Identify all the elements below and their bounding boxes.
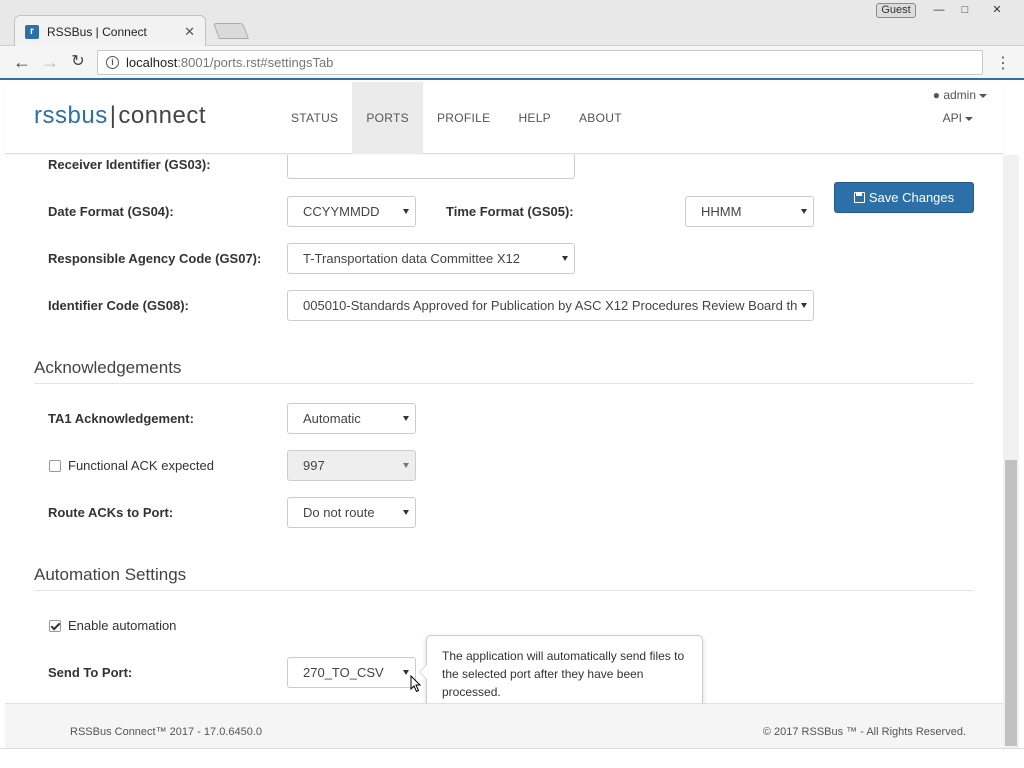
reload-icon[interactable]: ↻: [68, 52, 88, 72]
route-acks-value: Do not route: [303, 505, 375, 520]
nav-profile[interactable]: PROFILE: [423, 82, 504, 154]
ack-section-title: Acknowledgements: [34, 358, 182, 377]
guest-profile-button[interactable]: Guest: [876, 3, 916, 18]
chevron-down-icon: [965, 116, 973, 121]
send-to-port-value: 270_TO_CSV: [303, 665, 384, 680]
time-format-label: Time Format (GS05):: [446, 204, 574, 219]
nav-ports[interactable]: PORTS: [352, 82, 423, 154]
new-tab-button[interactable]: [213, 23, 249, 39]
enable-automation-checkbox[interactable]: [49, 620, 61, 632]
functional-ack-select: 997: [287, 450, 416, 481]
window-bottom-edge: [0, 748, 1024, 768]
tab-close-icon[interactable]: ✕: [184, 24, 195, 40]
user-icon: ●: [932, 88, 940, 102]
nav-status[interactable]: STATUS: [277, 82, 352, 154]
receiver-id-input[interactable]: [287, 155, 575, 179]
user-name: admin: [943, 88, 976, 102]
info-icon[interactable]: i: [106, 56, 119, 69]
dropdown-arrow-icon: [801, 209, 807, 214]
logo-separator: |: [109, 102, 117, 129]
save-icon: [853, 192, 865, 203]
browser-tabstrip: r RSSBus | Connect ✕ Guest — □ ✕: [0, 0, 1024, 47]
send-to-port-label: Send To Port:: [48, 665, 133, 680]
automation-section-title: Automation Settings: [34, 565, 187, 584]
dropdown-arrow-icon: [403, 209, 409, 214]
url-path: :8001/ports.rst#settingsTab: [177, 55, 334, 70]
settings-content: Receiver Identifier (GS03): Date Format …: [5, 155, 1003, 703]
send-to-port-select[interactable]: 270_TO_CSV: [287, 657, 416, 688]
back-arrow-icon[interactable]: ←: [12, 52, 32, 72]
browser-tab[interactable]: r RSSBus | Connect ✕: [14, 15, 206, 47]
dropdown-arrow-icon: [801, 303, 807, 308]
time-format-value: HHMM: [701, 204, 742, 219]
tab-title: RSSBus | Connect: [47, 24, 147, 39]
time-format-select[interactable]: HHMM: [685, 196, 814, 227]
page-scrollbar[interactable]: [1003, 155, 1019, 748]
nav-about[interactable]: ABOUT: [565, 82, 636, 154]
automation-divider: [34, 590, 974, 591]
receiver-id-label: Receiver Identifier (GS03):: [48, 157, 211, 172]
functional-ack-label: Functional ACK expected: [68, 458, 214, 473]
api-menu[interactable]: API: [943, 111, 973, 125]
agency-label: Responsible Agency Code (GS07):: [48, 251, 262, 266]
scrollbar-thumb[interactable]: [1005, 460, 1017, 746]
rssbus-favicon-icon: r: [25, 24, 39, 39]
save-label: Save Changes: [868, 190, 955, 205]
browser-menu-icon[interactable]: ⋮: [995, 53, 1011, 73]
functional-ack-checkbox[interactable]: [49, 460, 61, 472]
route-acks-select[interactable]: Do not route: [287, 497, 416, 528]
mouse-cursor-icon: [410, 675, 422, 693]
footer-version: RSSBus Connect™ 2017 - 17.0.6450.0: [70, 726, 263, 738]
api-label: API: [942, 111, 962, 125]
functional-ack-value: 997: [303, 458, 325, 473]
logo-connect: connect: [118, 102, 206, 129]
enable-automation-label: Enable automation: [68, 618, 177, 633]
logo-rssbus: rssbus: [34, 102, 108, 129]
dropdown-arrow-icon: [403, 416, 409, 421]
page-footer: RSSBus Connect™ 2017 - 17.0.6450.0 © 201…: [5, 703, 1003, 748]
dropdown-arrow-icon: [403, 670, 409, 675]
ta1-select[interactable]: Automatic: [287, 403, 416, 434]
identifier-label: Identifier Code (GS08):: [48, 298, 189, 313]
send-to-port-tooltip: The application will automatically send …: [419, 635, 703, 703]
ta1-label: TA1 Acknowledgement:: [48, 411, 194, 426]
route-acks-label: Route ACKs to Port:: [48, 505, 174, 520]
date-format-select[interactable]: CCYYMMDD: [287, 196, 416, 227]
dropdown-arrow-icon: [562, 256, 568, 261]
minimize-icon[interactable]: —: [927, 2, 951, 18]
agency-value: T-Transportation data Committee X12: [303, 251, 521, 266]
address-bar[interactable]: i localhost:8001/ports.rst#settingsTab: [97, 50, 983, 75]
window-close-icon[interactable]: ✕: [985, 2, 1009, 18]
user-menu[interactable]: ● admin: [933, 88, 987, 102]
nav-help[interactable]: HELP: [504, 82, 565, 154]
agency-select[interactable]: T-Transportation data Committee X12: [287, 243, 575, 274]
dropdown-arrow-icon: [403, 510, 409, 515]
ta1-value: Automatic: [303, 411, 361, 426]
date-format-label: Date Format (GS04):: [48, 204, 174, 219]
date-format-value: CCYYMMDD: [303, 204, 380, 219]
rssbus-connect-logo[interactable]: rssbus|connect: [34, 102, 206, 130]
main-nav: STATUS PORTS PROFILE HELP ABOUT: [277, 82, 636, 154]
save-changes-button[interactable]: Save Changes: [834, 182, 974, 213]
identifier-value: 005010-Standards Approved for Publicatio…: [303, 298, 798, 313]
url-host: localhost: [126, 55, 178, 70]
identifier-select[interactable]: 005010-Standards Approved for Publicatio…: [287, 290, 814, 321]
app-header: rssbus|connect STATUS PORTS PROFILE HELP…: [5, 82, 1003, 154]
forward-arrow-icon[interactable]: →: [40, 52, 60, 72]
dropdown-arrow-icon: [403, 463, 409, 468]
chevron-down-icon: [979, 93, 987, 98]
ack-divider: [34, 383, 974, 384]
maximize-icon[interactable]: □: [953, 2, 977, 18]
footer-copyright: © 2017 RSSBus ™ - All Rights Reserved.: [762, 726, 966, 738]
browser-toolbar: ← → ↻ i localhost:8001/ports.rst#setting…: [0, 46, 1024, 80]
